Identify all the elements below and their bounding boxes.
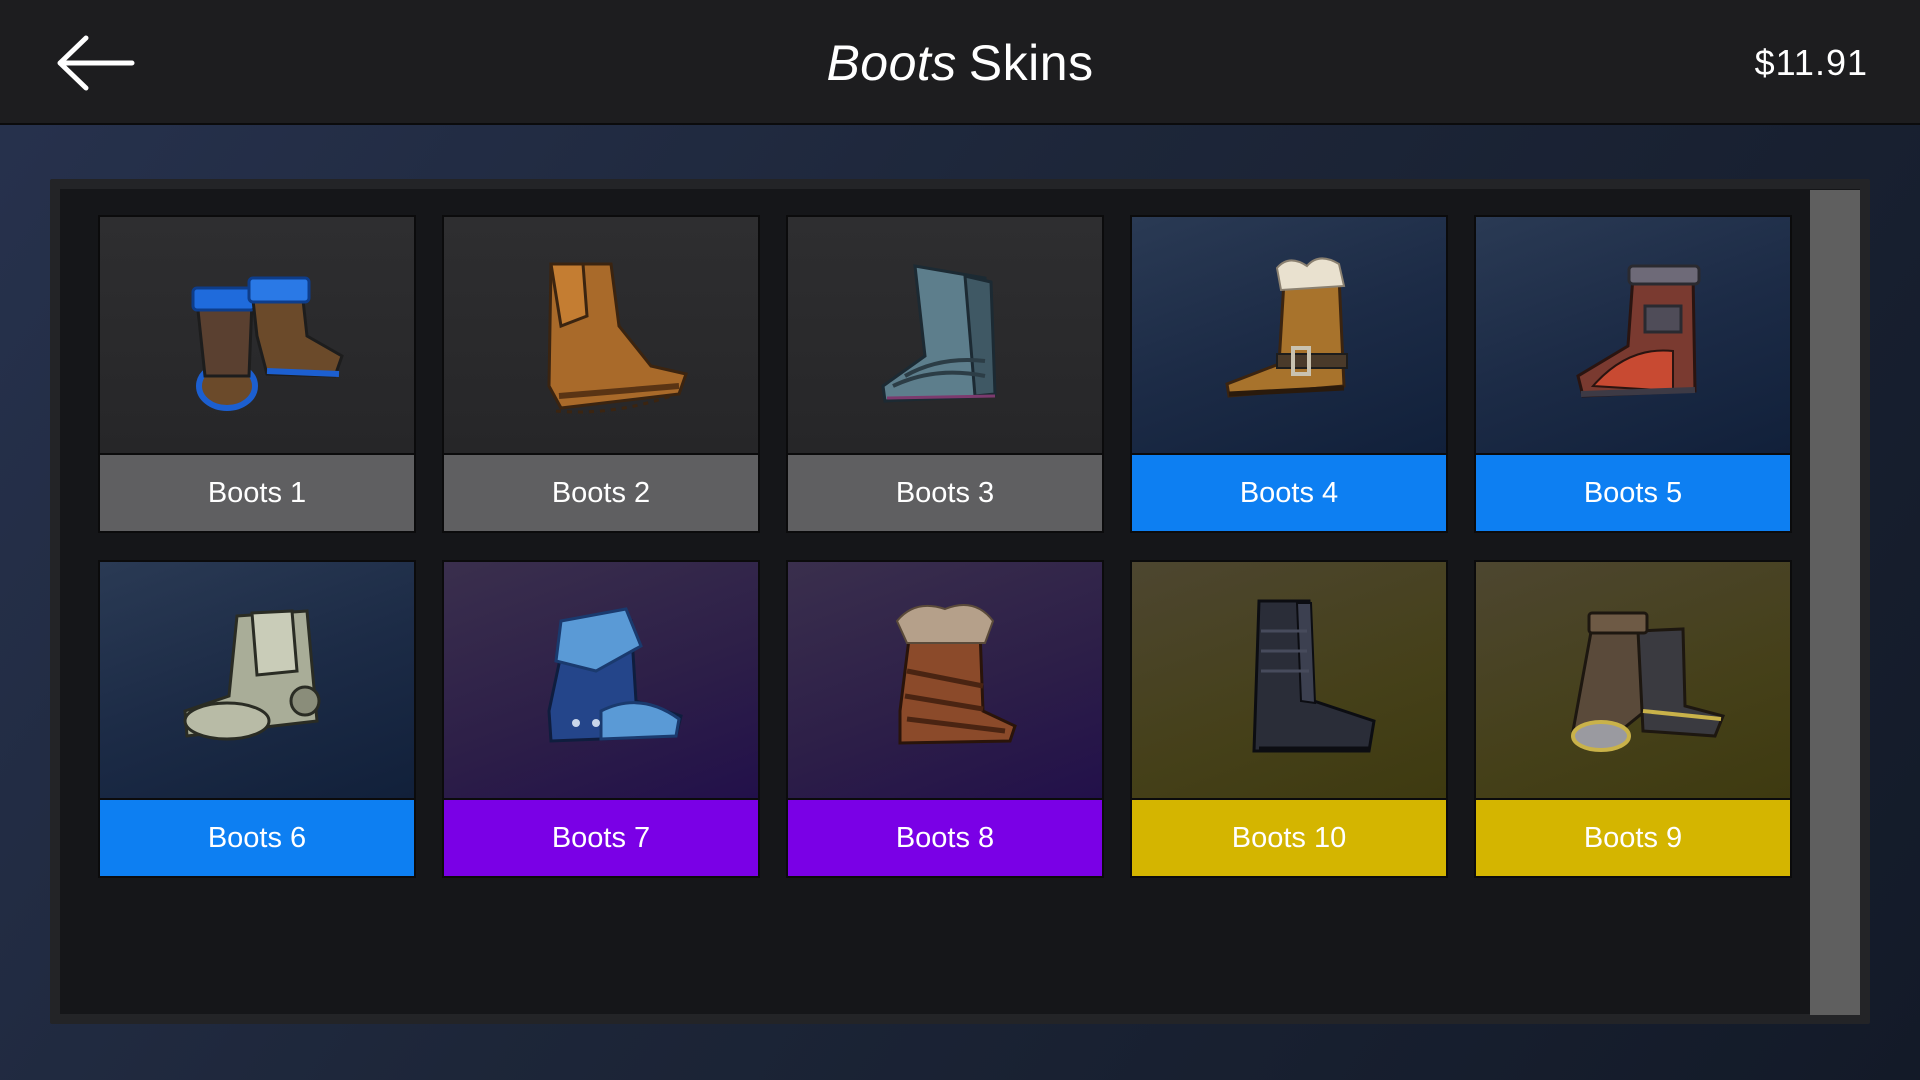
silver-armored-boot-icon <box>183 609 321 741</box>
title-suffix: Skins <box>968 34 1094 91</box>
skin-label: Boots 1 <box>100 453 414 531</box>
fur-strapped-boot-icon <box>895 604 1017 745</box>
black-knee-boot-icon <box>1252 599 1376 753</box>
skin-thumbnail <box>788 562 1102 800</box>
blue-trim-sandal-boots-icon <box>191 276 344 411</box>
skin-card-boots-4[interactable]: Boots 4 <box>1130 215 1448 533</box>
skin-card-boots-3[interactable]: Boots 3 <box>786 215 1104 533</box>
skin-label: Boots 8 <box>788 798 1102 876</box>
skin-card-boots-6[interactable]: Boots 6 <box>98 560 416 878</box>
currency-balance: $11.91 <box>1754 41 1868 83</box>
skin-label: Boots 9 <box>1476 798 1790 876</box>
top-bar: Boots Skins $11.91 <box>0 0 1920 125</box>
skin-card-boots-2[interactable]: Boots 2 <box>442 215 760 533</box>
skin-card-boots-8[interactable]: Boots 8 <box>786 560 1104 878</box>
skins-grid: Boots 1 Boots 2 Boots 3 Boots 4 Boots 5 … <box>60 189 1860 1014</box>
brown-leather-curled-boot-icon <box>547 262 688 414</box>
skin-label: Boots 3 <box>788 453 1102 531</box>
skin-card-boots-7[interactable]: Boots 7 <box>442 560 760 878</box>
page-title: Boots Skins <box>0 0 1920 125</box>
skin-label: Boots 5 <box>1476 453 1790 531</box>
skin-card-boots-1[interactable]: Boots 1 <box>98 215 416 533</box>
steel-plate-boot-icon <box>881 264 997 403</box>
skin-label: Boots 6 <box>100 798 414 876</box>
back-button[interactable] <box>52 28 142 98</box>
skin-card-boots-5[interactable]: Boots 5 <box>1474 215 1792 533</box>
gold-trim-boots-icon <box>1571 611 1726 752</box>
skin-thumbnail <box>1476 562 1790 800</box>
fur-lined-buckle-boot-icon <box>1225 257 1348 398</box>
skin-label: Boots 4 <box>1132 453 1446 531</box>
title-category: Boots <box>826 34 957 91</box>
skin-label: Boots 7 <box>444 798 758 876</box>
skin-thumbnail <box>1476 217 1790 455</box>
skins-panel: Boots 1 Boots 2 Boots 3 Boots 4 Boots 5 … <box>50 179 1870 1024</box>
red-plated-boot-icon <box>1576 264 1701 398</box>
skin-thumbnail <box>100 217 414 455</box>
blue-cuffed-boot-icon <box>547 607 683 743</box>
skin-label: Boots 2 <box>444 453 758 531</box>
skin-thumbnail <box>1132 562 1446 800</box>
skin-thumbnail <box>444 562 758 800</box>
grid-scrollbar[interactable] <box>1810 190 1860 1015</box>
back-arrow-icon <box>57 35 135 91</box>
skin-card-boots-10[interactable]: Boots 10 <box>1130 560 1448 878</box>
skin-label: Boots 10 <box>1132 798 1446 876</box>
skin-thumbnail <box>1132 217 1446 455</box>
skin-thumbnail <box>788 217 1102 455</box>
skin-thumbnail <box>100 562 414 800</box>
skin-thumbnail <box>444 217 758 455</box>
skin-card-boots-9[interactable]: Boots 9 <box>1474 560 1792 878</box>
